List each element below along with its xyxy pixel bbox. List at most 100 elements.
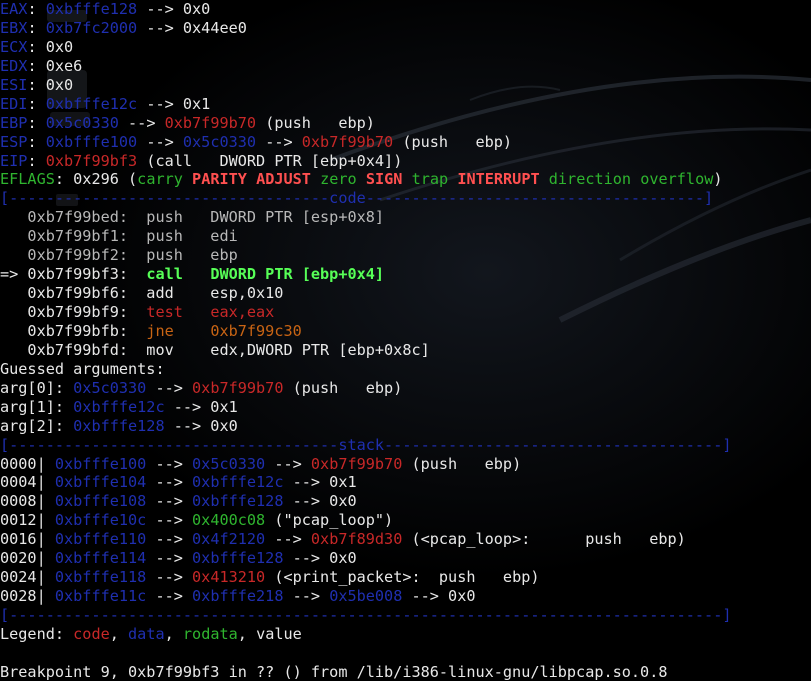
terminal-line: EBP: 0x5c0330 --> 0xb7f99b70 (push ebp) — [0, 114, 811, 133]
terminal-segment: --> 0x0 — [164, 416, 238, 435]
terminal-segment: 0x5c0330 — [45, 113, 119, 132]
terminal-line: => 0xb7f99bf3: call DWORD PTR [ebp+0x4] — [0, 265, 811, 284]
terminal-segment: --> — [146, 492, 193, 511]
terminal-segment: 0x413210 — [192, 568, 266, 587]
terminal-segment: 0x4f2120 — [192, 530, 266, 549]
terminal-segment: (push ebp) — [283, 378, 403, 397]
terminal-window[interactable]: EAX: 0xbfffe128 --> 0x0 EBX: 0xb7fc2000 -… — [0, 0, 811, 681]
terminal-segment: : 0x0 — [27, 37, 74, 56]
terminal-segment — [247, 170, 256, 188]
terminal-segment: rodata — [182, 624, 238, 643]
terminal-segment: ECX — [0, 37, 28, 56]
terminal-segment: ESP — [0, 132, 28, 151]
terminal-segment: arg[0]: — [0, 378, 74, 397]
terminal-segment: (push ebp) — [256, 113, 375, 132]
terminal-segment: 0xb7f99b70 — [164, 113, 257, 132]
terminal-segment: ADJUST — [256, 170, 311, 189]
terminal-line: EBX: 0xb7fc2000 --> 0x44ee0 — [0, 19, 811, 38]
terminal-segment: 0012| — [0, 511, 55, 530]
terminal-line: Legend: code, data, rodata, value — [0, 625, 811, 644]
terminal-segment: ("pcap_loop") — [265, 511, 394, 530]
terminal-segment: Breakpoint 9, 0xb7f99bf3 in ?? () from /… — [0, 662, 668, 681]
terminal-line: 0012| 0xbfffe10c --> 0x400c08 ("pcap_loo… — [0, 511, 811, 530]
terminal-segment: 0xbfffe114 — [54, 549, 147, 568]
terminal-segment: 0xbfffe128 — [192, 549, 284, 568]
terminal-segment: overflow — [640, 170, 714, 189]
terminal-segment: carry — [137, 170, 183, 189]
terminal-segment: 0xb7f99b70 — [192, 378, 284, 397]
terminal-segment: , value — [237, 624, 302, 643]
terminal-segment: 0x5c0330 — [73, 378, 147, 397]
terminal-segment: 0xbfffe110 — [54, 530, 147, 549]
terminal-segment: 0xb7f99bf9: — [0, 303, 147, 321]
terminal-segment: 0xbfffe108 — [54, 492, 147, 511]
terminal-segment: --> — [265, 530, 311, 549]
terminal-segment: 0x5be008 — [329, 587, 403, 606]
terminal-segment: 0x400c08 — [192, 511, 266, 530]
terminal-line: EFLAGS: 0x296 (carry PARITY ADJUST zero … — [0, 170, 811, 189]
terminal-segment: : — [27, 132, 46, 151]
terminal-segment: : — [27, 0, 46, 18]
terminal-segment: 0xb7f99bf3 — [45, 151, 138, 170]
terminal-line: 0004| 0xbfffe104 --> 0xbfffe12c --> 0x1 — [0, 473, 811, 492]
terminal-segment: [------------------------------------sta… — [0, 435, 732, 454]
terminal-segment: : — [27, 18, 46, 37]
terminal-segment: 0xbfffe12c — [192, 473, 284, 492]
terminal-segment: , — [109, 624, 129, 643]
terminal-segment: 0xb7f99bf6: add esp,0x10 — [0, 284, 284, 303]
terminal-segment: EBP — [0, 113, 28, 132]
terminal-segment: 0xb7f89d30 — [310, 530, 403, 549]
terminal-segment: [---------------------------------------… — [0, 606, 732, 624]
terminal-segment: --> — [146, 530, 193, 549]
terminal-segment: 0xbfffe128 — [192, 492, 284, 511]
terminal-segment: (<print_packet>: push ebp) — [265, 568, 540, 587]
terminal-line: EDI: 0xbfffe12c --> 0x1 — [0, 95, 811, 114]
terminal-segment: (push ebp) — [393, 132, 513, 151]
terminal-line: 0xb7f99bfd: mov edx,DWORD PTR [ebp+0x8c] — [0, 341, 811, 360]
terminal-segment — [402, 170, 411, 188]
terminal-segment: Guessed arguments: — [0, 359, 165, 378]
terminal-segment: 0xbfffe218 — [192, 587, 284, 606]
terminal-segment: --> — [146, 568, 193, 587]
terminal-segment: 0xb7f99b70 — [301, 132, 394, 151]
terminal-line: Breakpoint 9, 0xb7f99bf3 in ?? () from /… — [0, 663, 811, 681]
terminal-segment: data — [128, 624, 165, 643]
terminal-segment: 0xb7f99bed: push DWORD PTR [esp+0x8] — [0, 208, 385, 227]
terminal-segment: --> — [146, 378, 193, 397]
terminal-segment: --> — [283, 587, 330, 606]
terminal-segment: --> 0x0 — [283, 549, 357, 568]
terminal-segment: EDX — [0, 56, 28, 75]
terminal-line: 0xb7f99bf2: push ebp — [0, 246, 811, 265]
terminal-segment: EAX — [0, 0, 28, 18]
terminal-segment: --> 0x0 — [283, 492, 357, 511]
terminal-segment: 0x5c0330 — [192, 454, 266, 473]
terminal-segment: 0020| — [0, 549, 55, 568]
terminal-segment: SIGN — [365, 170, 403, 189]
terminal-segment — [183, 170, 192, 188]
terminal-segment: --> — [265, 454, 311, 473]
terminal-line: [------------------------------------sta… — [0, 436, 811, 455]
terminal-segment: --> 0x1 — [283, 473, 357, 492]
terminal-segment: 0004| — [0, 473, 55, 492]
terminal-segment: : 0x296 ( — [54, 170, 138, 189]
terminal-segment: 0xbfffe12c — [73, 397, 165, 416]
terminal-segment: ESI — [0, 75, 28, 94]
terminal-segment: 0xbfffe118 — [54, 568, 147, 587]
terminal-line: arg[0]: 0x5c0330 --> 0xb7f99b70 (push eb… — [0, 379, 811, 398]
terminal-segment: --> — [146, 587, 193, 606]
terminal-segment: --> — [146, 473, 193, 492]
terminal-segment: --> — [146, 454, 193, 473]
terminal-segment: direction — [548, 170, 632, 189]
terminal-line: 0xb7f99bf6: add esp,0x10 — [0, 284, 811, 303]
terminal-line: EDX: 0xe6 — [0, 57, 811, 76]
terminal-segment: 0024| — [0, 568, 55, 587]
terminal-segment: 0xbfffe100 — [45, 132, 138, 151]
terminal-segment: jne 0xb7f99c30 — [146, 321, 302, 340]
terminal-segment — [357, 170, 366, 188]
terminal-segment — [540, 170, 549, 188]
terminal-segment: 0xb7fc2000 — [45, 18, 138, 37]
terminal-segment: : 0x0 — [27, 75, 74, 94]
terminal-segment: ) — [713, 170, 723, 189]
terminal-line: EIP: 0xb7f99bf3 (call DWORD PTR [ebp+0x4… — [0, 152, 811, 171]
